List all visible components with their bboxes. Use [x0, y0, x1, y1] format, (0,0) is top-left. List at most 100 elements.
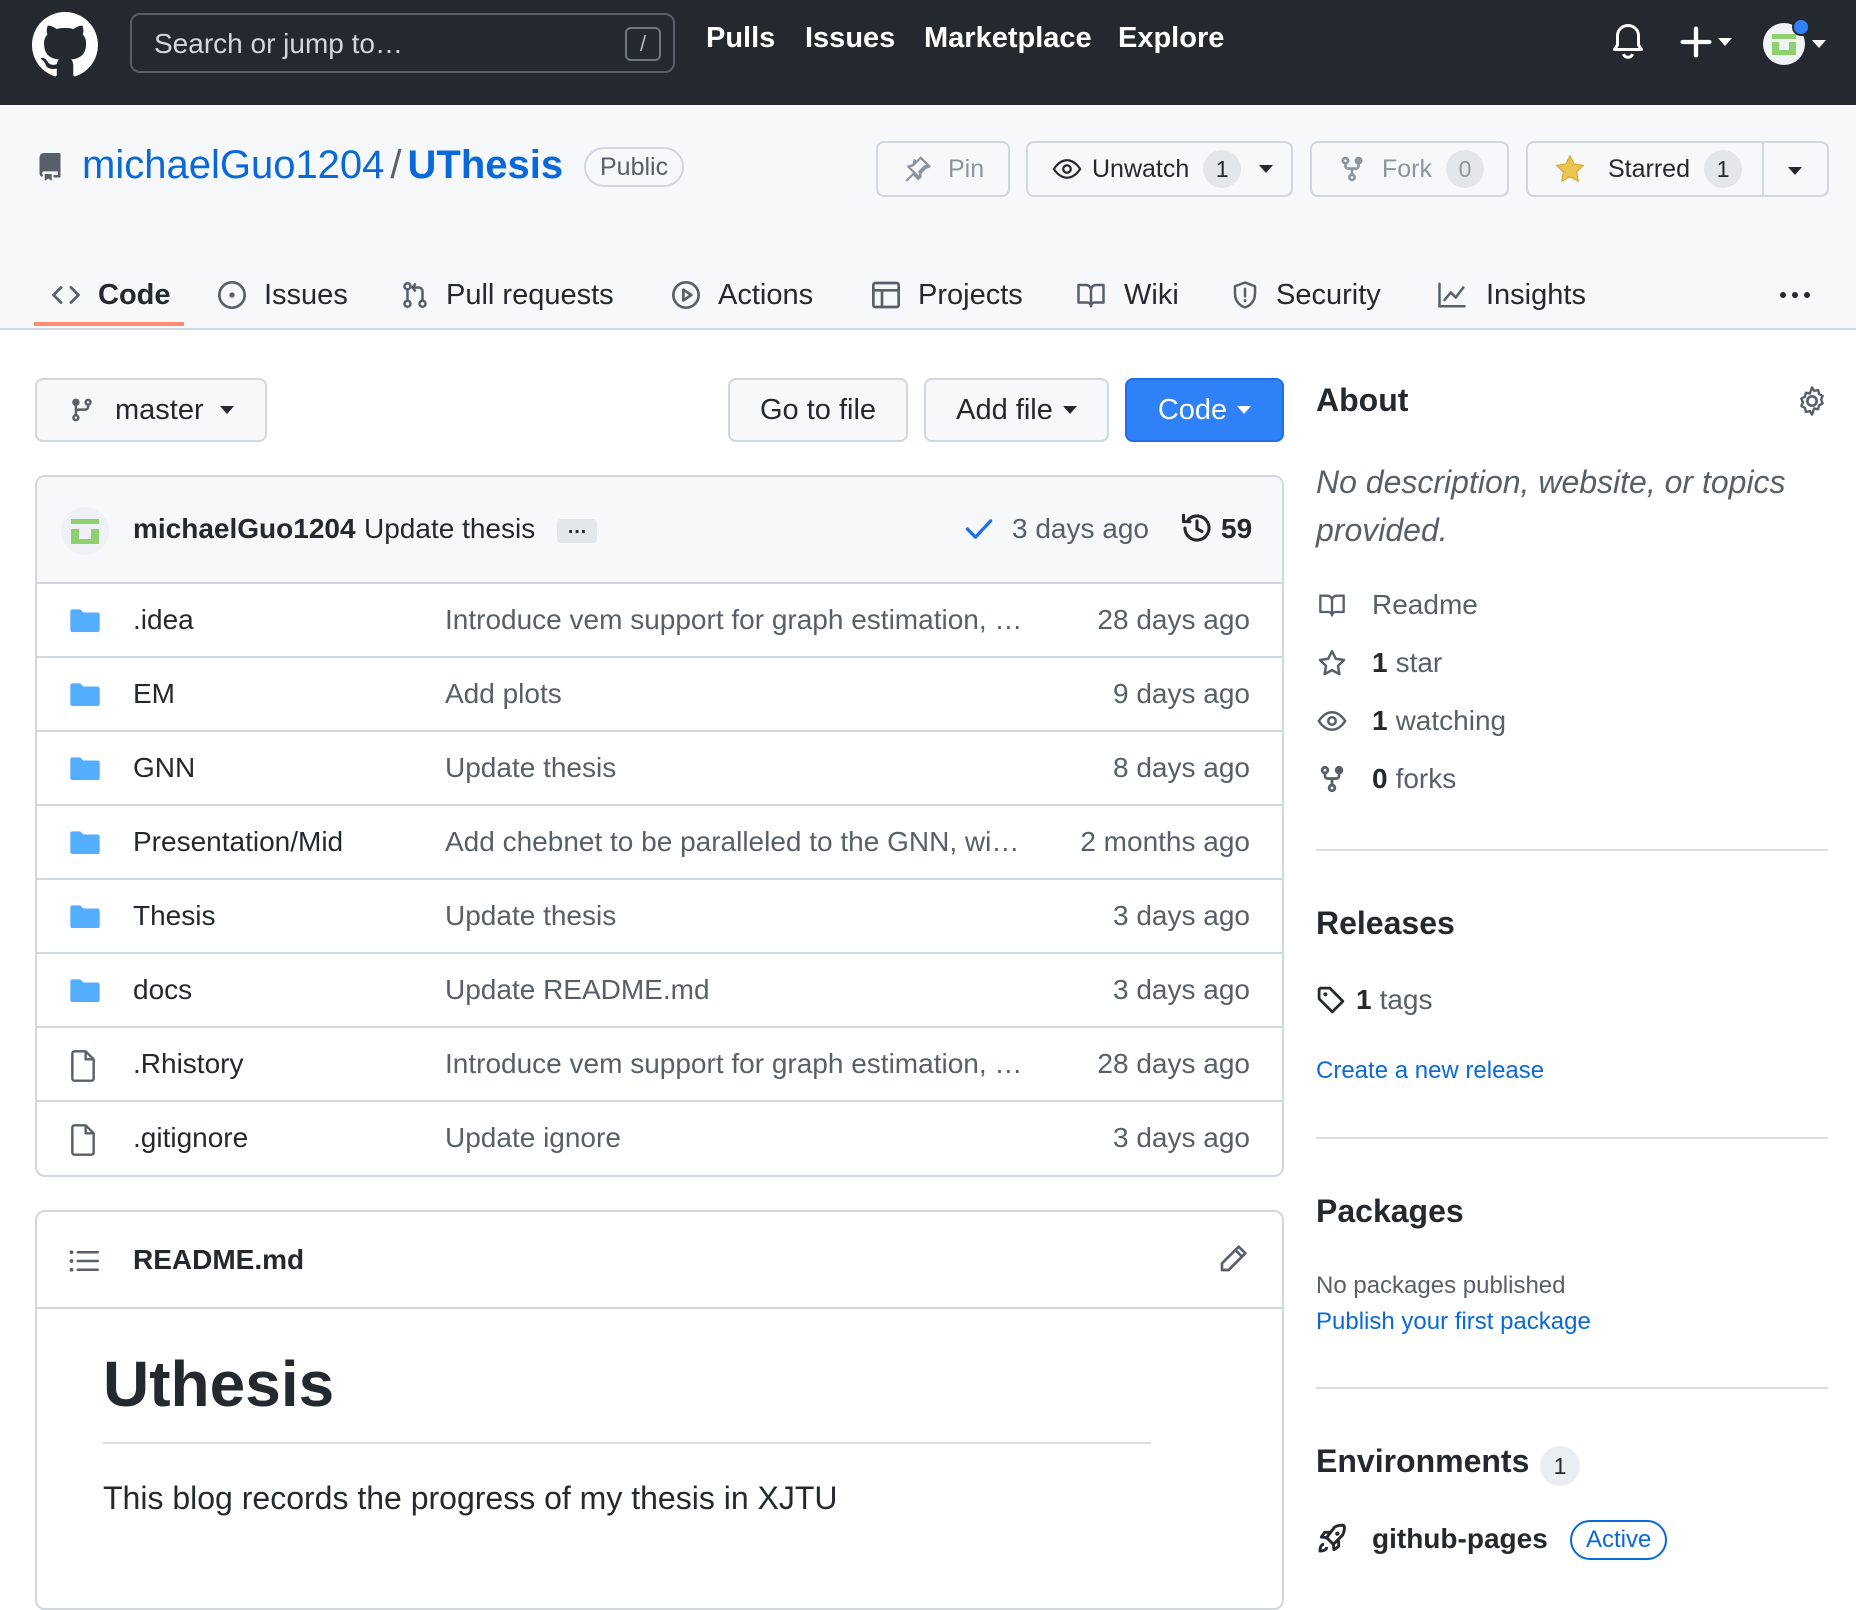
file-name-link[interactable]: Presentation/Mid [133, 826, 343, 858]
add-file-button[interactable]: Add file [924, 378, 1109, 442]
tab-label: Projects [918, 278, 1023, 311]
readme-panel: README.md Uthesis This blog records the … [35, 1210, 1284, 1610]
readme-paragraph: This blog records the progress of my the… [103, 1480, 838, 1516]
file-row: Presentation/Mid Add chebnet to be parall… [37, 806, 1282, 880]
more-tabs-button[interactable] [1778, 260, 1828, 330]
file-icon [69, 1050, 97, 1082]
file-name-link[interactable]: .Rhistory [133, 1048, 243, 1080]
avatar[interactable] [61, 507, 109, 555]
environment-github-pages[interactable]: github-pages [1316, 1519, 1556, 1559]
file-name-link[interactable]: GNN [133, 752, 195, 784]
star-icon [1318, 649, 1346, 676]
file-row: Thesis Update thesis 3 days ago [37, 880, 1282, 954]
commit-count-link[interactable]: 59 [1221, 513, 1252, 545]
environment-status-badge: Active [1570, 1520, 1668, 1560]
fork-icon [1341, 156, 1363, 182]
file-commit-message-link[interactable]: Update ignore [445, 1122, 1025, 1154]
issue-icon [218, 281, 246, 309]
stars-link[interactable]: 1 star [1316, 643, 1442, 683]
file-name-link[interactable]: docs [133, 974, 192, 1006]
watching-label: watching [1395, 705, 1507, 736]
no-packages-text: No packages published [1316, 1272, 1566, 1299]
user-avatar-menu[interactable] [1762, 18, 1826, 68]
tab-insights[interactable]: Insights [1434, 260, 1586, 330]
nav-issues[interactable]: Issues [805, 22, 895, 55]
github-logo-icon[interactable] [32, 12, 98, 78]
tab-wiki[interactable]: Wiki [1074, 260, 1179, 330]
about-heading: About [1316, 382, 1409, 418]
star-list-dropdown-icon[interactable] [1788, 167, 1802, 175]
readme-filename[interactable]: README.md [133, 1244, 304, 1276]
readme-link[interactable]: Readme [1316, 585, 1478, 625]
add-file-label: Add file [956, 393, 1053, 426]
file-commit-message-link[interactable]: Add plots [445, 678, 1025, 710]
environment-name: github-pages [1372, 1523, 1548, 1554]
create-new-dropdown[interactable] [1676, 22, 1738, 62]
create-release-link[interactable]: Create a new release [1316, 1057, 1544, 1085]
nav-pulls[interactable]: Pulls [706, 22, 775, 55]
gear-icon[interactable] [1796, 385, 1828, 417]
search-box[interactable]: / [130, 13, 675, 73]
tab-issues[interactable]: Issues [216, 260, 348, 330]
file-commit-message-link[interactable]: Update README.md [445, 974, 1025, 1006]
commit-author-link[interactable]: michaelGuo1204 [133, 513, 356, 545]
file-row: .Rhistory Introduce vem support for graph… [37, 1028, 1282, 1102]
tab-projects[interactable]: Projects [870, 260, 1023, 330]
nav-explore[interactable]: Explore [1118, 22, 1224, 55]
file-name-link[interactable]: .gitignore [133, 1122, 248, 1154]
releases-heading[interactable]: Releases [1316, 905, 1455, 942]
fork-label: Fork [1382, 154, 1432, 183]
starred-button[interactable]: Starred 1 [1526, 141, 1829, 197]
watchers-link[interactable]: 1 watching [1316, 701, 1506, 741]
chevron-down-icon [219, 406, 234, 414]
list-unordered-icon[interactable] [69, 1248, 99, 1274]
check-icon[interactable] [965, 517, 993, 541]
fork-button[interactable]: Fork 0 [1310, 141, 1509, 197]
fork-count: 0 [1446, 150, 1484, 188]
file-commit-message-link[interactable]: Add chebnet to be paralleled to the GNN,… [445, 826, 1025, 858]
tab-security[interactable]: Security [1230, 260, 1381, 330]
visibility-badge: Public [584, 147, 685, 187]
repo-name-link[interactable]: UThesis [408, 143, 564, 187]
file-name-link[interactable]: EM [133, 678, 175, 710]
history-icon[interactable] [1180, 511, 1214, 545]
stars-count: 1 [1372, 647, 1388, 678]
chevron-down-icon [1237, 406, 1252, 414]
tab-actions[interactable]: Actions [670, 260, 813, 330]
pencil-icon[interactable] [1218, 1242, 1250, 1274]
active-tab-indicator [34, 322, 184, 326]
go-to-file-button[interactable]: Go to file [728, 378, 908, 442]
branch-selector[interactable]: master [35, 378, 267, 442]
forks-link[interactable]: 0 forks [1316, 759, 1456, 799]
file-commit-date: 8 days ago [1113, 752, 1250, 783]
readme-heading: Uthesis [103, 1348, 335, 1420]
commit-message-link[interactable]: Update thesis [364, 513, 535, 545]
play-icon [672, 281, 700, 309]
tab-pull-requests[interactable]: Pull requests [400, 260, 614, 330]
nav-marketplace[interactable]: Marketplace [924, 22, 1092, 55]
pin-button[interactable]: Pin [876, 141, 1010, 197]
file-name-link[interactable]: Thesis [133, 900, 215, 932]
slash-shortcut-hint: / [625, 27, 661, 61]
file-commit-message-link[interactable]: Update thesis [445, 752, 1025, 784]
notification-bell-icon[interactable] [1610, 22, 1646, 62]
unwatch-button[interactable]: Unwatch 1 [1026, 141, 1293, 197]
publish-package-link[interactable]: Publish your first package [1316, 1308, 1591, 1336]
chevron-down-icon [1062, 406, 1077, 414]
file-name-link[interactable]: .idea [133, 604, 194, 636]
divider [1316, 1387, 1828, 1389]
commit-expand-button[interactable]: … [557, 517, 597, 543]
packages-heading[interactable]: Packages [1316, 1193, 1464, 1230]
file-commit-message-link[interactable]: Update thesis [445, 900, 1025, 932]
file-commit-message-link[interactable]: Introduce vem support for graph estimati… [445, 1048, 1025, 1080]
search-input[interactable] [154, 27, 614, 61]
tab-code[interactable]: Code [50, 260, 171, 330]
environments-count: 1 [1540, 1446, 1580, 1486]
environments-heading[interactable]: Environments [1316, 1443, 1529, 1480]
git-branch-icon [72, 398, 92, 422]
repo-owner-link[interactable]: michaelGuo1204 [82, 143, 384, 187]
commit-time-link[interactable]: 3 days ago [1012, 513, 1149, 545]
file-commit-message-link[interactable]: Introduce vem support for graph estimati… [445, 604, 1025, 636]
code-dropdown-button[interactable]: Code [1125, 378, 1284, 442]
tags-link[interactable]: 1 tags [1316, 980, 1433, 1020]
